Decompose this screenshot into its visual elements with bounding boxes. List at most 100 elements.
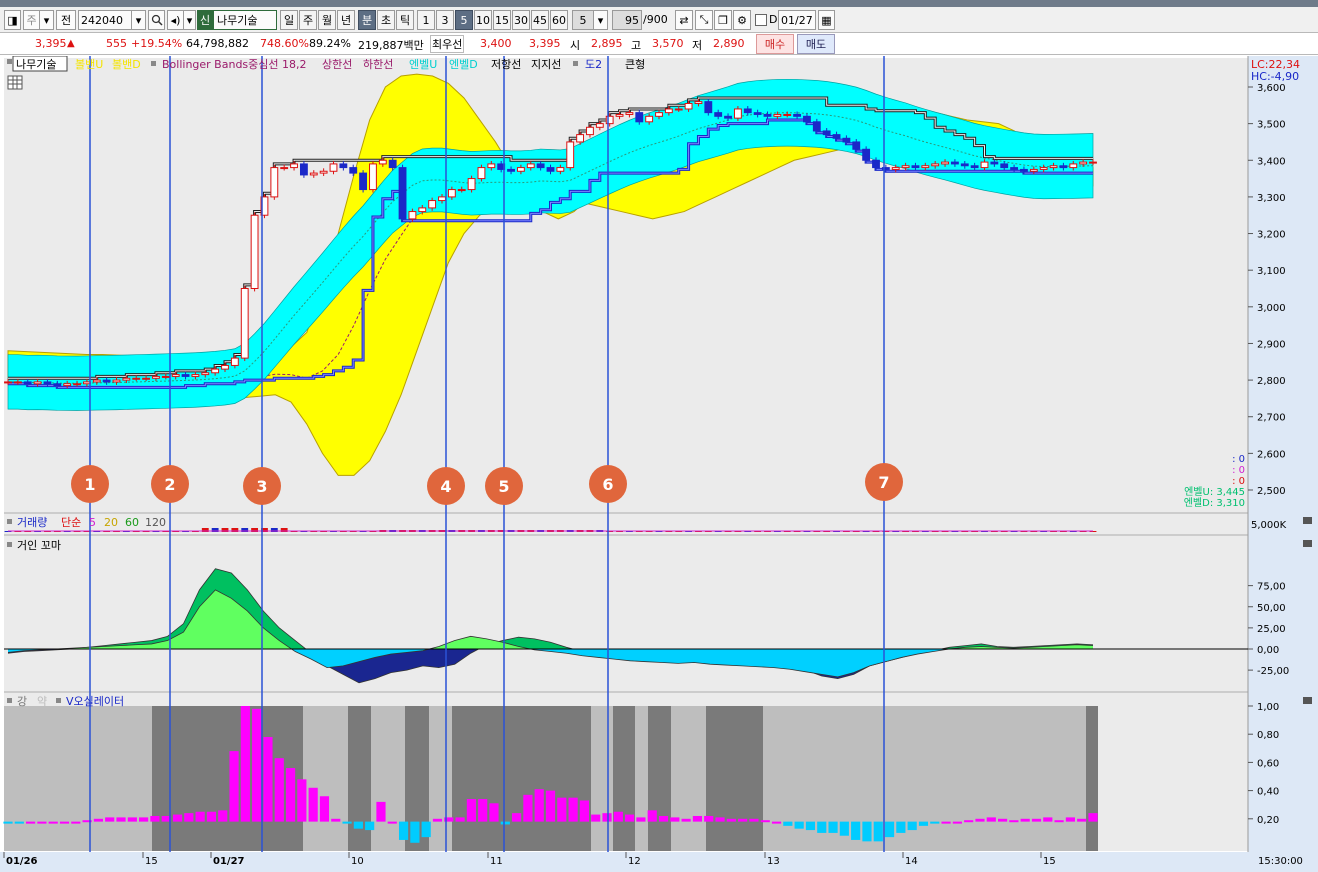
vo-bar: [828, 821, 838, 833]
d-checkbox[interactable]: [755, 14, 767, 26]
tab-month[interactable]: 월: [318, 10, 336, 30]
vo-bar: [353, 821, 363, 829]
vo-bar: [952, 821, 962, 824]
tab-3min[interactable]: 3: [436, 10, 454, 30]
tab-minute[interactable]: 분: [358, 10, 376, 30]
vo-bar: [195, 811, 205, 822]
candle-body: [1079, 161, 1088, 165]
vo-bar: [1043, 817, 1053, 822]
buy-button[interactable]: 매수: [756, 34, 794, 54]
data-count-input[interactable]: 95: [612, 10, 642, 30]
table-icon[interactable]: [7, 75, 23, 90]
candle-body: [852, 141, 861, 150]
tab-week[interactable]: 주: [299, 10, 317, 30]
vo-bar: [71, 821, 81, 824]
osc-tick-label: 0,00: [1257, 645, 1279, 656]
stock-code-input[interactable]: 242040: [78, 10, 132, 30]
vo-bar: [500, 821, 510, 825]
draw-tool-icon[interactable]: ⤡: [695, 10, 713, 30]
candle-body: [369, 163, 377, 191]
legend-square-icon: [56, 698, 61, 703]
copy-icon[interactable]: ❐: [714, 10, 732, 30]
vo-bar: [1009, 820, 1019, 823]
interval-input[interactable]: 5: [572, 10, 594, 30]
tab-30min[interactable]: 30: [512, 10, 530, 30]
tab-day[interactable]: 일: [280, 10, 298, 30]
tab-year[interactable]: 년: [337, 10, 355, 30]
tab-15min[interactable]: 15: [493, 10, 511, 30]
date-input[interactable]: 01/27: [778, 10, 816, 30]
vo-tick-label: 0,20: [1257, 815, 1279, 826]
legend-square-icon: [7, 519, 12, 524]
vo-bar: [647, 810, 657, 822]
vo-bar: [986, 817, 996, 822]
best-price-label: 최우선: [430, 35, 465, 53]
vo-weak-label: 약: [37, 694, 47, 708]
vo-bar: [308, 787, 318, 822]
legend-env-lower: 엔벨D: [449, 58, 478, 71]
tab-60min[interactable]: 60: [550, 10, 568, 30]
candle-body: [23, 381, 32, 385]
vo-bar: [817, 821, 827, 833]
volume-ratio: 748.60%: [260, 37, 309, 50]
compare-icon[interactable]: ⇄: [675, 10, 693, 30]
tab-1min[interactable]: 1: [417, 10, 435, 30]
vo-bar: [884, 821, 895, 838]
tab-second[interactable]: 초: [377, 10, 395, 30]
x-tick-label: 15: [1043, 856, 1056, 867]
vo-bar: [1065, 817, 1075, 822]
chevron-down-icon[interactable]: ▾: [184, 10, 196, 30]
minimize-icon[interactable]: [1303, 540, 1312, 547]
search-icon[interactable]: [148, 10, 165, 30]
chevron-down-icon[interactable]: ▾: [40, 10, 54, 30]
chart-area: 1234567 나무기술 볼밴U 볼밴D Bollinger Bands중심선 …: [0, 55, 1318, 872]
vo-bar: [478, 799, 488, 822]
vo-bar: [625, 814, 635, 822]
prev-button[interactable]: 전: [56, 10, 76, 30]
tab-45min[interactable]: 45: [531, 10, 549, 30]
chevron-down-icon[interactable]: ▾: [594, 10, 608, 30]
period-selector[interactable]: 주: [23, 10, 40, 30]
candle-body: [388, 159, 397, 169]
volume-ma-label: 단순: [61, 516, 81, 529]
vo-bar: [1031, 818, 1042, 822]
price-tick-label: 2,900: [1257, 339, 1286, 350]
candle-body: [1059, 165, 1068, 169]
gear-icon[interactable]: ⚙: [733, 10, 751, 30]
candle-body: [329, 163, 338, 172]
tab-tick[interactable]: 틱: [396, 10, 414, 30]
minimize-icon[interactable]: [1303, 517, 1312, 524]
price-tick-label: 2,600: [1257, 449, 1286, 460]
osc-tick-label: 75,00: [1257, 582, 1286, 593]
vo-bar: [105, 817, 115, 822]
candle-body: [359, 172, 368, 191]
stock-name-field[interactable]: 나무기술: [213, 10, 277, 30]
candle-body: [733, 108, 742, 119]
marker-2-label: 2: [164, 475, 175, 494]
x-tick-label: 01/26: [6, 856, 38, 867]
candle-body: [92, 379, 101, 383]
candle-body: [457, 189, 466, 192]
calendar-icon[interactable]: ▦: [818, 10, 835, 30]
osc-title: 거인 꼬마: [17, 539, 61, 552]
legend-upper-limit: 상한선: [322, 58, 352, 71]
candle-body: [862, 148, 871, 161]
volume-ma20: 20: [104, 516, 118, 529]
tab-5min[interactable]: 5: [455, 10, 473, 30]
minimize-icon[interactable]: [1303, 697, 1312, 704]
candle-body: [1029, 168, 1038, 172]
turnover-ratio: 89.24%: [309, 37, 351, 50]
tab-10min[interactable]: 10: [474, 10, 492, 30]
speaker-icon[interactable]: ◂): [167, 10, 184, 30]
chart-type-icon[interactable]: ◨: [4, 10, 21, 30]
sell-button[interactable]: 매도: [797, 34, 835, 54]
chevron-down-icon[interactable]: ▾: [132, 10, 146, 30]
vo-bar: [896, 821, 906, 833]
vo-bar: [602, 813, 612, 822]
high-price: 3,570: [652, 37, 684, 50]
candle-body: [674, 108, 683, 111]
x-tick-label: 15: [145, 856, 158, 867]
vo-bar: [455, 817, 465, 822]
legend-do2: 도2: [585, 58, 602, 71]
chart-svg[interactable]: 1234567 나무기술 볼밴U 볼밴D Bollinger Bands중심선 …: [0, 55, 1318, 872]
